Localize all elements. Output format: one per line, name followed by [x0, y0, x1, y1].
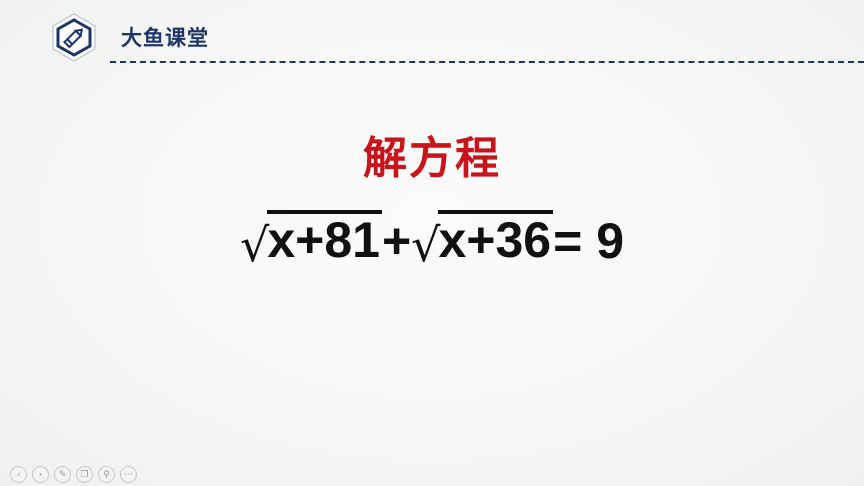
slides-view-icon[interactable]: ❐: [76, 466, 93, 483]
square-root-2: √ x+36: [411, 210, 554, 272]
zoom-icon[interactable]: ⚲: [98, 466, 115, 483]
pencil-hexagon-icon: [52, 13, 96, 62]
pen-tool-icon[interactable]: ✎: [54, 466, 71, 483]
radical-sign-icon: √: [411, 218, 441, 272]
slide-title: 解方程: [363, 133, 501, 184]
equation-rhs: 9: [596, 213, 624, 269]
more-options-icon[interactable]: ···: [120, 466, 137, 483]
next-slide-icon[interactable]: ›: [32, 466, 49, 483]
prev-slide-icon[interactable]: ‹: [10, 466, 27, 483]
equals-sign: =: [553, 213, 583, 269]
radicand-1: x+81: [267, 210, 382, 268]
plus-operator: +: [381, 213, 412, 269]
radical-sign-icon: √: [240, 218, 270, 272]
slideshow-controls: ‹ › ✎ ❐ ⚲ ···: [10, 466, 137, 483]
equation: √ x+81 + √ x+36 = 9: [0, 210, 864, 272]
header-divider: [110, 61, 864, 63]
brand-name: 大鱼课堂: [121, 26, 209, 50]
square-root-1: √ x+81: [240, 210, 382, 272]
radicand-2: x+36: [438, 210, 554, 268]
slide-canvas: 大鱼课堂 解方程 √ x+81 + √ x+36 = 9 ‹ › ✎ ❐ ⚲ ···: [0, 0, 864, 486]
